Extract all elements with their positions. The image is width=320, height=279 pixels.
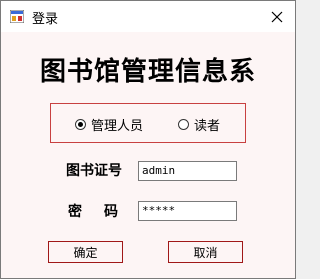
close-button[interactable] bbox=[259, 1, 295, 32]
system-heading: 图书馆管理信息系 bbox=[39, 57, 256, 87]
title-bar: 登录 bbox=[1, 1, 295, 32]
app-window-icon bbox=[10, 10, 24, 23]
radio-admin-label: 管理人员 bbox=[91, 119, 144, 134]
radio-selected-dot bbox=[78, 122, 83, 127]
radio-reader[interactable]: 读者 bbox=[178, 115, 220, 134]
login-window: 登录 图书馆管理信息系 管理人员 读者 图书证号 admin 密码 ***** … bbox=[0, 0, 296, 279]
window-title: 登录 bbox=[32, 12, 59, 27]
radio-reader-circle[interactable] bbox=[178, 119, 189, 130]
close-icon bbox=[271, 11, 283, 22]
confirm-button[interactable]: 确定 bbox=[48, 241, 123, 263]
card-number-input[interactable]: admin bbox=[138, 161, 237, 181]
password-input[interactable]: ***** bbox=[138, 201, 237, 221]
role-group: 管理人员 读者 bbox=[50, 103, 246, 143]
cancel-button[interactable]: 取消 bbox=[168, 241, 243, 263]
radio-reader-label: 读者 bbox=[194, 119, 221, 134]
password-label: 密码 bbox=[68, 204, 140, 220]
radio-admin-circle[interactable] bbox=[75, 119, 86, 130]
card-number-label: 图书证号 bbox=[66, 163, 122, 179]
radio-admin[interactable]: 管理人员 bbox=[75, 115, 143, 134]
